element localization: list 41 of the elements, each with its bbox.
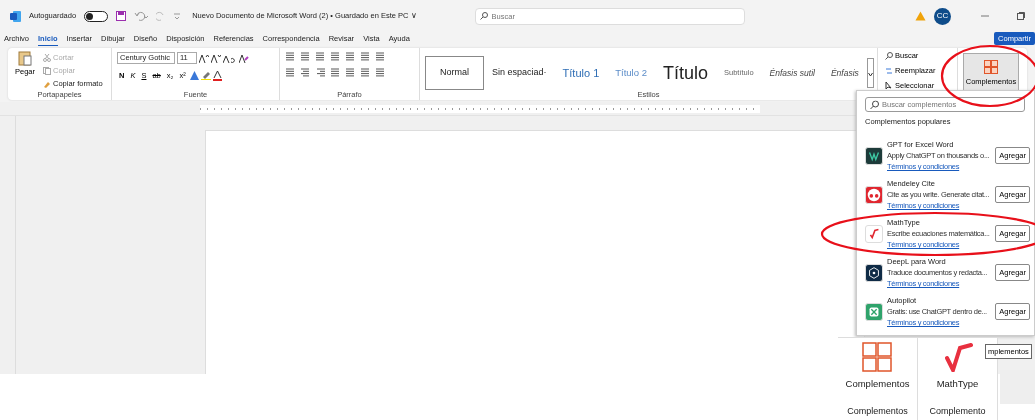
grid-icon [984, 59, 998, 74]
cursor-icon [885, 81, 893, 90]
search-icon [885, 51, 893, 60]
copy-icon [43, 66, 51, 75]
maximize-icon[interactable] [1017, 12, 1025, 20]
warning-icon [915, 11, 926, 21]
grow-font-icon[interactable] [199, 53, 209, 63]
brush-icon [43, 79, 51, 88]
save-icon[interactable] [116, 11, 127, 21]
undo-icon[interactable] [134, 11, 149, 21]
search-icon [479, 12, 488, 20]
scissors-icon [43, 53, 51, 62]
highlight-icon[interactable] [200, 71, 211, 80]
ribbon-button[interactable]: Complementos [843, 338, 912, 396]
align-right-icon[interactable] [315, 68, 326, 78]
clear-format-icon[interactable] [239, 53, 249, 63]
ribbon-button[interactable]: MathType [934, 338, 981, 396]
gallery-scroll-icon[interactable] [866, 58, 874, 88]
style-option[interactable]: Título [654, 56, 716, 90]
style-option[interactable]: Énfasis sutil [761, 56, 823, 90]
checkmark-icon [942, 342, 973, 372]
align-left-icon[interactable] [285, 68, 296, 78]
font-color-icon[interactable] [212, 70, 222, 81]
align-center-icon[interactable] [300, 68, 311, 78]
style-option[interactable]: Normal [425, 56, 484, 90]
avatar[interactable]: CC [934, 7, 951, 25]
grid-icon [862, 342, 893, 372]
customize-icon[interactable] [174, 11, 181, 21]
shrink-font-icon[interactable] [211, 53, 221, 63]
group-label: Complemento [929, 404, 986, 418]
replace-icon [885, 66, 893, 75]
style-option[interactable]: Título 1 [554, 56, 608, 90]
group-label: Complementos [847, 404, 908, 418]
change-case-icon[interactable] [223, 53, 237, 63]
style-option[interactable]: Énfasis [822, 56, 867, 90]
style-option[interactable]: Título 2 [607, 56, 655, 90]
text-effects-icon[interactable] [189, 71, 199, 80]
style-option[interactable]: Sin espaciad· [484, 56, 555, 90]
search-icon [870, 100, 879, 109]
autosave-toggle[interactable] [84, 10, 109, 22]
word-icon [10, 10, 21, 22]
